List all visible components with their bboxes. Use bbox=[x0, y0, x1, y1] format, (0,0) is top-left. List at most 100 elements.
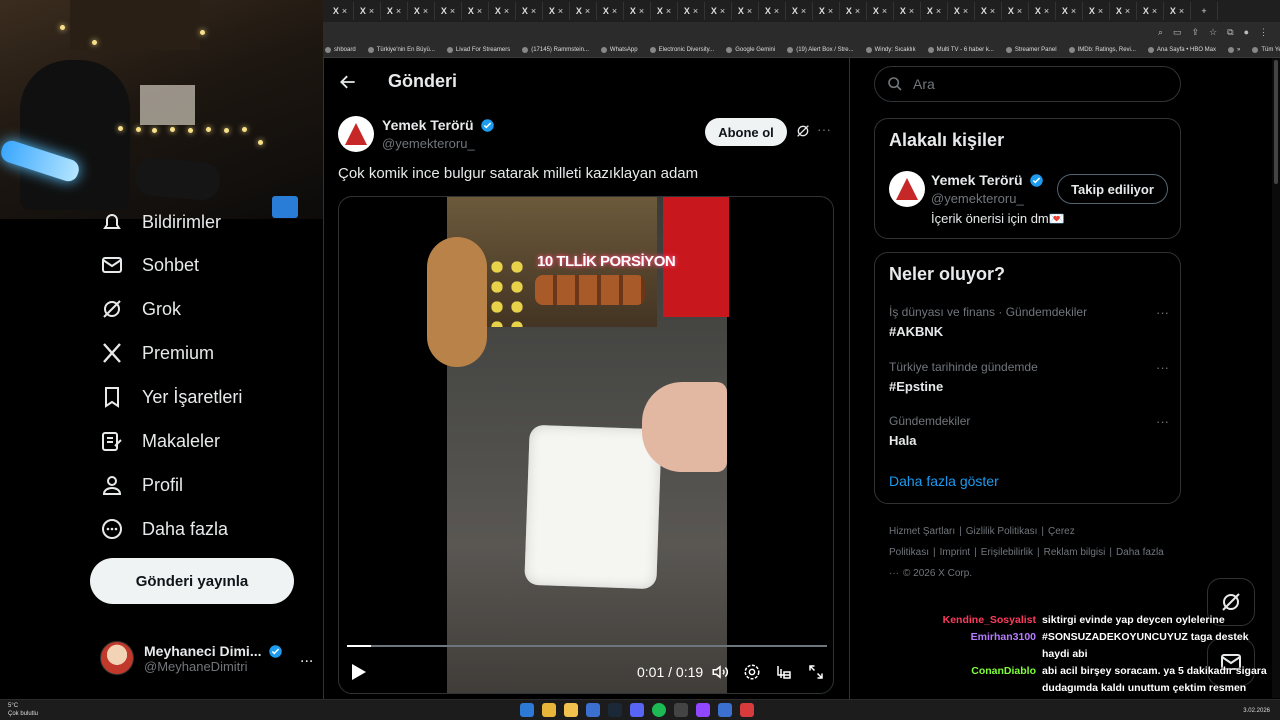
tab-close-icon[interactable]: × bbox=[693, 6, 698, 16]
bookmark-item[interactable]: Windy: Sıcaklık bbox=[865, 46, 916, 53]
show-more-link[interactable]: Daha fazla göster bbox=[889, 473, 999, 489]
fullscreen-icon[interactable] bbox=[807, 663, 825, 681]
app-icon[interactable] bbox=[718, 703, 732, 717]
settings-icon[interactable] bbox=[743, 663, 761, 681]
browser-tab[interactable]: X × bbox=[732, 2, 759, 20]
author-handle[interactable]: @yemekteroru_ bbox=[382, 136, 475, 151]
bookmark-item[interactable]: (17145) Rammstein... bbox=[522, 46, 589, 53]
search-bar[interactable] bbox=[874, 66, 1181, 102]
weather-widget[interactable]: 5°C Çok bulutlu bbox=[8, 702, 38, 718]
tab-close-icon[interactable]: × bbox=[747, 6, 752, 16]
nav-item-premium[interactable]: Premium bbox=[100, 341, 214, 365]
app-icon[interactable] bbox=[586, 703, 600, 717]
browser-tab[interactable]: X × bbox=[462, 2, 489, 20]
tab-close-icon[interactable]: × bbox=[909, 6, 914, 16]
discord-icon[interactable] bbox=[630, 703, 644, 717]
tab-close-icon[interactable]: × bbox=[828, 6, 833, 16]
trend-item[interactable]: Gündemdekiler Hala ··· bbox=[889, 414, 1169, 448]
browser-tab[interactable]: X × bbox=[1056, 2, 1083, 20]
tab-close-icon[interactable]: × bbox=[855, 6, 860, 16]
account-more-icon[interactable]: ... bbox=[300, 649, 313, 667]
nav-item-chat[interactable]: Sohbet bbox=[100, 253, 199, 277]
tab-close-icon[interactable]: × bbox=[1098, 6, 1103, 16]
nav-item-bookmarks[interactable]: Yer İşaretleri bbox=[100, 385, 242, 409]
browser-tab[interactable]: X × bbox=[975, 2, 1002, 20]
bookmark-item[interactable]: Livad For Streamers bbox=[446, 46, 510, 53]
bookmark-item[interactable]: WhatsApp bbox=[600, 46, 638, 53]
browser-tab[interactable]: X × bbox=[1164, 2, 1191, 20]
zoom-icon[interactable]: ⌕ bbox=[1158, 27, 1163, 38]
steam-icon[interactable] bbox=[608, 703, 622, 717]
bookmark-item[interactable]: shboard bbox=[325, 46, 356, 53]
browser-tab[interactable]: X × bbox=[597, 2, 624, 20]
browser-tab[interactable]: X × bbox=[408, 2, 435, 20]
footer-link[interactable]: Erişilebilirlik bbox=[981, 547, 1033, 558]
tab-close-icon[interactable]: × bbox=[558, 6, 563, 16]
tab-close-icon[interactable]: × bbox=[774, 6, 779, 16]
related-handle[interactable]: @yemekteroru_ bbox=[931, 191, 1024, 206]
post-more-icon[interactable]: ··· bbox=[817, 121, 835, 139]
tab-close-icon[interactable]: × bbox=[369, 6, 374, 16]
browser-tab[interactable]: X × bbox=[354, 2, 381, 20]
subscribe-button[interactable]: Abone ol bbox=[705, 118, 787, 146]
browser-tab[interactable]: X × bbox=[786, 2, 813, 20]
trend-more-icon[interactable]: ··· bbox=[1156, 360, 1169, 375]
tab-close-icon[interactable]: × bbox=[882, 6, 887, 16]
chrome-icon[interactable] bbox=[542, 703, 556, 717]
bookmark-item[interactable]: Streamer Panel bbox=[1005, 46, 1057, 53]
new-tab-button[interactable]: + bbox=[1191, 2, 1218, 20]
tab-close-icon[interactable]: × bbox=[504, 6, 509, 16]
tab-close-icon[interactable]: × bbox=[585, 6, 590, 16]
video-progress-bar[interactable] bbox=[347, 645, 827, 647]
bookmark-item[interactable]: Ana Sayfa • HBO Max bbox=[1147, 46, 1216, 53]
tab-close-icon[interactable]: × bbox=[342, 6, 347, 16]
browser-tab[interactable]: X × bbox=[948, 2, 975, 20]
trend-item[interactable]: İş dünyası ve finans · Gündemdekiler #AK… bbox=[889, 305, 1169, 339]
share-icon[interactable]: ⇪ bbox=[1192, 27, 1200, 38]
tab-close-icon[interactable]: × bbox=[531, 6, 536, 16]
footer-link[interactable]: Imprint bbox=[940, 547, 971, 558]
browser-tab[interactable]: X × bbox=[705, 2, 732, 20]
browser-tab[interactable]: X × bbox=[840, 2, 867, 20]
browser-tab[interactable]: X × bbox=[381, 2, 408, 20]
browser-tab[interactable]: X × bbox=[624, 2, 651, 20]
start-icon[interactable] bbox=[520, 703, 534, 717]
browser-tab[interactable]: X × bbox=[678, 2, 705, 20]
grok-icon[interactable] bbox=[795, 123, 811, 139]
bookmark-item[interactable]: Multi TV - 6 haber k... bbox=[927, 46, 994, 53]
tab-close-icon[interactable]: × bbox=[1125, 6, 1130, 16]
bookmark-item[interactable]: » bbox=[1228, 46, 1240, 53]
bookmark-item[interactable]: IMDb: Ratings, Revi... bbox=[1068, 46, 1136, 53]
app-icon[interactable] bbox=[674, 703, 688, 717]
bookmark-item[interactable]: (19) Alert Box / Stre... bbox=[787, 46, 854, 53]
tab-close-icon[interactable]: × bbox=[396, 6, 401, 16]
related-avatar[interactable] bbox=[889, 171, 925, 207]
browser-tab[interactable]: X × bbox=[1029, 2, 1056, 20]
browser-tab[interactable]: X × bbox=[543, 2, 570, 20]
browser-tab[interactable]: X × bbox=[813, 2, 840, 20]
bookmark-item[interactable]: Google Gemini bbox=[726, 46, 775, 53]
spotify-icon[interactable] bbox=[652, 703, 666, 717]
browser-tab[interactable]: X × bbox=[894, 2, 921, 20]
nav-item-notifications[interactable]: Bildirimler bbox=[100, 211, 221, 233]
author-name[interactable]: Yemek Terörü bbox=[382, 117, 474, 133]
browser-tab[interactable]: X × bbox=[489, 2, 516, 20]
browser-tab[interactable]: X × bbox=[867, 2, 894, 20]
browser-tab[interactable]: X × bbox=[570, 2, 597, 20]
footer-link[interactable]: Hizmet Şartları bbox=[889, 526, 955, 537]
tab-close-icon[interactable]: × bbox=[1071, 6, 1076, 16]
bookmark-item[interactable]: Electronic Diversity... bbox=[649, 46, 714, 53]
author-avatar[interactable] bbox=[338, 116, 374, 152]
browser-tab[interactable]: X × bbox=[1002, 2, 1029, 20]
volume-icon[interactable] bbox=[711, 663, 729, 681]
browser-tab[interactable]: X × bbox=[759, 2, 786, 20]
tab-close-icon[interactable]: × bbox=[1044, 6, 1049, 16]
nav-item-articles[interactable]: Makaleler bbox=[100, 429, 220, 453]
tab-close-icon[interactable]: × bbox=[1179, 6, 1184, 16]
browser-tab[interactable]: X × bbox=[921, 2, 948, 20]
account-switcher[interactable]: Meyhaneci Dimi... @MeyhaneDimitri ... bbox=[100, 636, 315, 680]
browser-tab[interactable]: X × bbox=[435, 2, 462, 20]
obs-icon[interactable] bbox=[740, 703, 754, 717]
star-icon[interactable]: ☆ bbox=[1209, 27, 1217, 38]
nav-item-grok[interactable]: Grok bbox=[100, 297, 181, 321]
